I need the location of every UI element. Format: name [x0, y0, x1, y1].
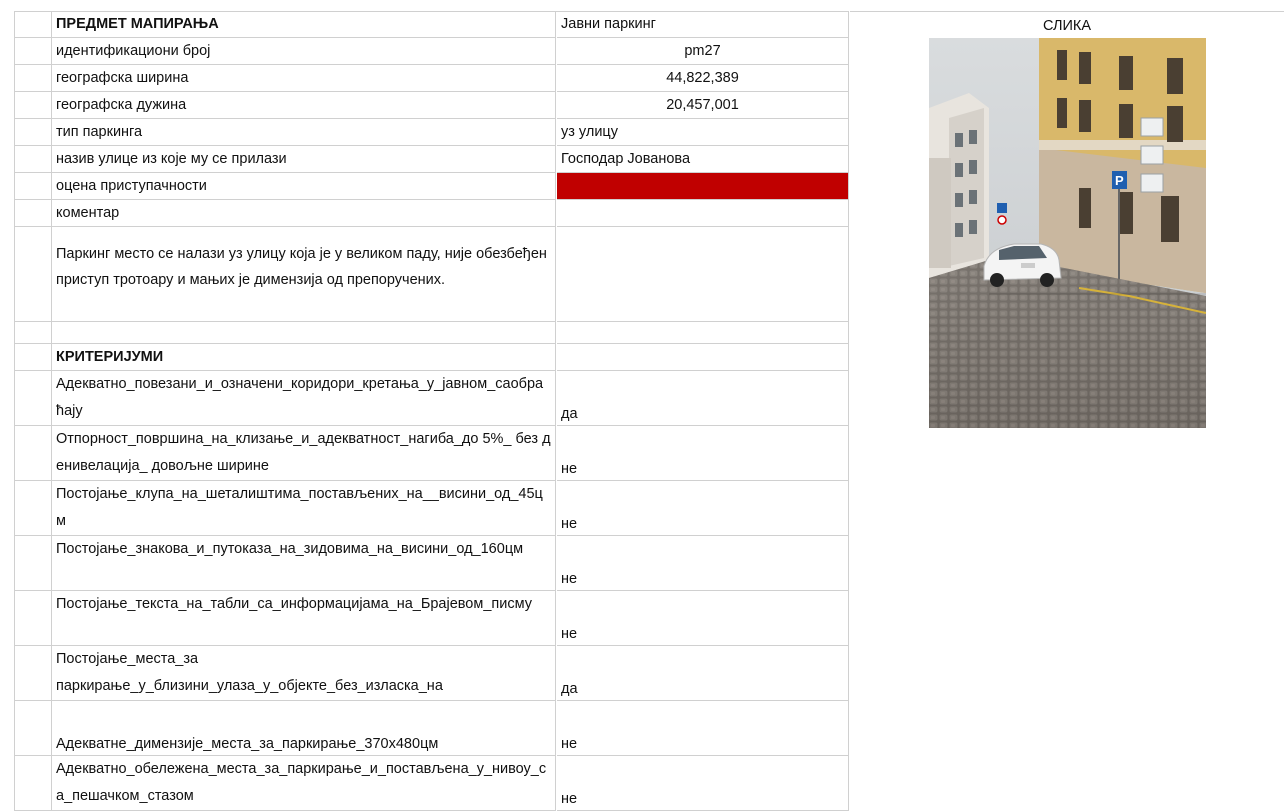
id-label: идентификациони број	[51, 38, 556, 65]
criterion-value: не	[557, 701, 849, 756]
criterion-label: Адекватно_обележена_места_за_паркирање_и…	[51, 756, 556, 811]
criterion-label: Адекватно_повезани_и_означени_коридори_к…	[51, 371, 556, 426]
criteria-heading-row: КРИТЕРИЈУМИ	[0, 344, 849, 371]
criteria-row: Отпорност_површина_на_клизање_и_адекватн…	[0, 426, 849, 481]
row-gutter	[14, 322, 52, 344]
criterion-value: не	[557, 756, 849, 811]
street-label: назив улице из које му се прилази	[51, 146, 556, 173]
field-row: географска ширина 44,822,389	[0, 65, 849, 92]
empty-cell	[557, 344, 849, 371]
empty-cell	[557, 227, 849, 322]
longitude-value: 20,457,001	[557, 92, 849, 119]
empty-cell	[557, 322, 849, 344]
row-gutter	[14, 344, 52, 371]
criteria-row: Постојање_клупа_на_шеталиштима_постављен…	[0, 481, 849, 536]
row-gutter	[14, 371, 52, 426]
criterion-value: да	[557, 646, 849, 701]
criterion-label: Адекватне_димензије_места_за_паркирање_3…	[51, 701, 556, 756]
id-value: pm27	[557, 38, 849, 65]
comment-text: Паркинг место се налази уз улицу која је…	[51, 227, 556, 322]
accessibility-rating-label: оцена приступачности	[51, 173, 556, 200]
criteria-row: Постојање_знакова_и_путоказа_на_зидовима…	[0, 536, 849, 591]
criterion-label: Постојање_места_за паркирање_у_близини_у…	[51, 646, 556, 701]
header-row: ПРЕДМЕТ МАПИРАЊА Јавни паркинг	[0, 11, 849, 38]
row-gutter	[14, 65, 52, 92]
row-gutter	[14, 536, 52, 591]
row-gutter	[14, 426, 52, 481]
comment-row: Паркинг место се налази уз улицу која је…	[0, 227, 849, 322]
empty-cell	[51, 322, 556, 344]
row-gutter	[14, 146, 52, 173]
subject-value: Јавни паркинг	[557, 11, 849, 38]
field-row: коментар	[0, 200, 849, 227]
row-gutter	[14, 92, 52, 119]
criterion-value: не	[557, 481, 849, 536]
subject-title: ПРЕДМЕТ МАПИРАЊА	[51, 11, 556, 38]
longitude-label: географска дужина	[51, 92, 556, 119]
row-gutter	[14, 227, 52, 322]
field-row: географска дужина 20,457,001	[0, 92, 849, 119]
row-gutter	[14, 481, 52, 536]
row-gutter	[14, 591, 52, 646]
latitude-value: 44,822,389	[557, 65, 849, 92]
criterion-label: Постојање_клупа_на_шеталиштима_постављен…	[51, 481, 556, 536]
field-row: назив улице из које му се прилази Господ…	[0, 146, 849, 173]
street-value: Господар Јованова	[557, 146, 849, 173]
criteria-heading: КРИТЕРИЈУМИ	[51, 344, 556, 371]
row-gutter	[14, 38, 52, 65]
image-header: СЛИКА	[850, 11, 1284, 39]
street-photo: P	[929, 38, 1206, 428]
row-gutter	[14, 756, 52, 811]
criterion-label: Постојање_текста_на_табли_са_информација…	[51, 591, 556, 646]
criteria-row: Адекватно_обележена_места_за_паркирање_и…	[0, 756, 849, 811]
parking-type-label: тип паркинга	[51, 119, 556, 146]
criterion-label-line: Постојање_места_за	[56, 651, 199, 667]
accessibility-rating-swatch	[557, 173, 849, 200]
criterion-label: Постојање_знакова_и_путоказа_на_зидовима…	[51, 536, 556, 591]
row-gutter	[14, 11, 52, 38]
spreadsheet: ПРЕДМЕТ МАПИРАЊА Јавни паркинг СЛИКА иде…	[0, 0, 1284, 811]
criterion-value: не	[557, 591, 849, 646]
empty-cell	[557, 200, 849, 227]
criteria-row: Адекватно_повезани_и_означени_коридори_к…	[0, 371, 849, 426]
field-row: оцена приступачности	[0, 173, 849, 200]
row-gutter	[14, 173, 52, 200]
row-gutter	[14, 119, 52, 146]
criterion-value: не	[557, 536, 849, 591]
svg-text:P: P	[1115, 173, 1124, 188]
field-row: тип паркинга уз улицу	[0, 119, 849, 146]
comment-label: коментар	[51, 200, 556, 227]
criterion-value: не	[557, 426, 849, 481]
criteria-row: Адекватне_димензије_места_за_паркирање_3…	[0, 701, 849, 756]
criteria-row: Постојање_текста_на_табли_са_информација…	[0, 591, 849, 646]
parking-type-value: уз улицу	[557, 119, 849, 146]
row-gutter	[14, 200, 52, 227]
criterion-value: да	[557, 371, 849, 426]
criterion-label: Отпорност_површина_на_клизање_и_адекватн…	[51, 426, 556, 481]
criteria-row: Постојање_места_за паркирање_у_близини_у…	[0, 646, 849, 701]
latitude-label: географска ширина	[51, 65, 556, 92]
row-gutter	[14, 701, 52, 756]
row-gutter	[14, 646, 52, 701]
blank-row	[0, 322, 849, 344]
field-row: идентификациони број pm27	[0, 38, 849, 65]
criterion-label-line: паркирање_у_близини_улаза_у_објекте_без_…	[56, 678, 443, 694]
